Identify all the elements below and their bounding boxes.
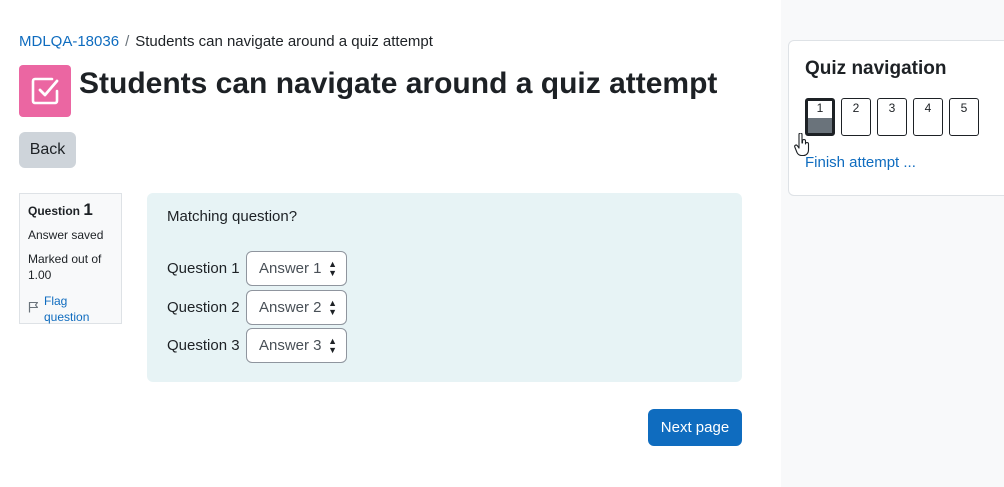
flag-question-label: Flag question <box>44 294 90 324</box>
finish-attempt-link[interactable]: Finish attempt ... <box>805 154 916 171</box>
question-number-heading: Question 1 <box>28 200 113 219</box>
quiz-nav-number: 2 <box>852 101 860 115</box>
quiz-nav-number: 4 <box>924 101 932 115</box>
select-caret-icon: ▲ ▼ <box>328 335 337 355</box>
answer-select-value: Answer 1 <box>259 260 322 277</box>
quiz-navigation-block: Quiz navigation 1 2 3 4 5 Finish attempt… <box>788 40 1004 196</box>
select-caret-icon: ▲ ▼ <box>328 297 337 317</box>
hand-pointer-cursor-icon <box>794 132 810 162</box>
match-row-label: Question 1 <box>167 260 240 277</box>
match-row-label: Question 3 <box>167 337 240 354</box>
page-title: Students can navigate around a quiz atte… <box>79 67 718 100</box>
answer-select[interactable]: Answer 2 ▲ ▼ <box>246 290 347 325</box>
quiz-nav-number: 5 <box>960 101 968 115</box>
answer-select[interactable]: Answer 3 ▲ ▼ <box>246 328 347 363</box>
flag-icon <box>28 301 39 317</box>
answer-select-value: Answer 3 <box>259 337 322 354</box>
match-row: Question 1 Answer 1 ▲ ▼ <box>167 251 347 286</box>
flag-question-link[interactable]: Flag question <box>28 293 113 325</box>
quiz-nav-button-1[interactable]: 1 <box>805 98 835 136</box>
question-text: Matching question? <box>167 208 298 225</box>
next-page-button[interactable]: Next page <box>648 409 742 446</box>
quiz-nav-button-2[interactable]: 2 <box>841 98 871 136</box>
question-info-panel: Question 1 Answer saved Marked out of 1.… <box>19 193 122 324</box>
quiz-nav-number: 3 <box>888 101 896 115</box>
quiz-nav-number: 1 <box>816 101 824 115</box>
question-state: Answer saved <box>28 228 104 242</box>
select-caret-icon: ▲ ▼ <box>328 258 337 278</box>
breadcrumb-current: Students can navigate around a quiz atte… <box>135 33 433 50</box>
breadcrumb-course-link[interactable]: MDLQA-18036 <box>19 33 119 50</box>
quiz-nav-button-4[interactable]: 4 <box>913 98 943 136</box>
match-row: Question 3 Answer 3 ▲ ▼ <box>167 328 347 363</box>
question-number: 1 <box>83 200 93 219</box>
match-row: Question 2 Answer 2 ▲ ▼ <box>167 290 347 325</box>
question-mark: Marked out of 1.00 <box>28 252 102 282</box>
answer-select[interactable]: Answer 1 ▲ ▼ <box>246 251 347 286</box>
match-row-label: Question 2 <box>167 299 240 316</box>
breadcrumb-separator: / <box>125 33 130 50</box>
quiz-navigation-title: Quiz navigation <box>805 58 947 79</box>
quiz-checkbox-icon <box>19 65 71 117</box>
question-label: Question <box>28 204 81 218</box>
quiz-nav-button-3[interactable]: 3 <box>877 98 907 136</box>
breadcrumb: MDLQA-18036 / Students can navigate around… <box>19 33 433 51</box>
answered-fill <box>808 118 832 133</box>
question-content: Matching question? Question 1 Answer 1 ▲… <box>147 193 742 382</box>
answer-select-value: Answer 2 <box>259 299 322 316</box>
quiz-nav-button-5[interactable]: 5 <box>949 98 979 136</box>
back-button[interactable]: Back <box>19 132 76 168</box>
